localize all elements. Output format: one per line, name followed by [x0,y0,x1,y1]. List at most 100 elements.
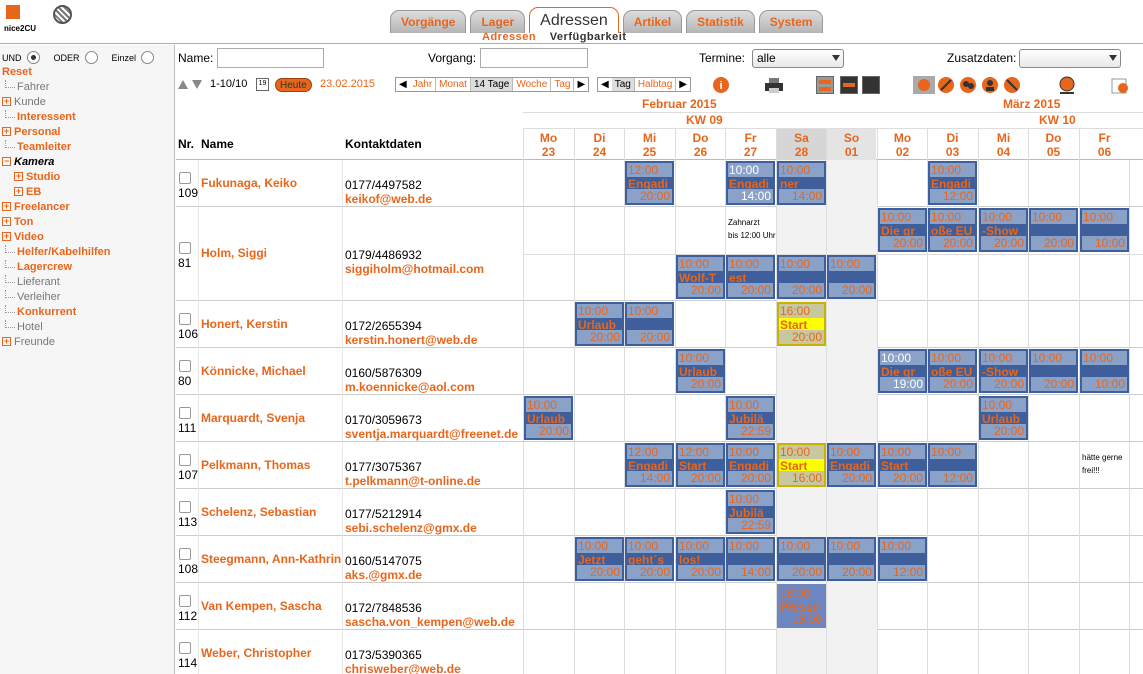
person-name[interactable]: Van Kempen, Sascha [201,599,322,613]
category-freelancer[interactable]: + Freelancer [2,200,111,215]
person-name[interactable]: Holm, Siggi [201,246,267,260]
booking-block[interactable]: 10:00 Start 20:00 [878,443,927,487]
view-monat[interactable]: Monat [435,78,470,91]
booking-block[interactable]: 10:00 Jubilä 22:59 [726,396,775,440]
table-row[interactable]: 108 Steegmann, Ann-Kathrin 0160/5147075 aks… [176,536,1143,583]
booking-block[interactable]: 10:00 Start 16:00 [777,443,826,487]
expand-plus-icon[interactable]: + [2,232,11,241]
person-name[interactable]: Weber, Christopher [201,646,311,660]
person-email[interactable]: kerstin.honert@web.de [345,333,477,347]
person-email[interactable]: sascha.von_kempen@web.de [345,615,515,629]
person-email[interactable]: siggiholm@hotmail.com [345,262,484,276]
tab-lager[interactable]: Lager [470,10,526,33]
view-jahr[interactable]: Jahr [410,78,435,91]
booking-block[interactable]: 10:00 ner 14:00 [777,161,826,205]
einzel-radio[interactable] [141,51,155,64]
booking-block[interactable]: 10:00 los! 20:00 [676,537,725,581]
category-eb[interactable]: + EB [2,185,111,200]
booking-block[interactable]: 10:00 Jubilä 22:59 [726,490,775,534]
booking-block[interactable]: 16:00 Start 20:00 [777,302,826,346]
termine-select[interactable]: alle [752,49,844,68]
booking-block[interactable]: 10:00 -Show 20:00 [979,349,1028,393]
booking-block[interactable]: 10:00 14:00 [726,537,775,581]
category-video[interactable]: + Video [2,230,111,245]
table-row[interactable]: 112 Van Kempen, Sascha 0172/7848536 sascha.… [176,583,1143,630]
person-name[interactable]: Honert, Kerstin [201,317,288,331]
person-email[interactable]: m.koennicke@aol.com [345,380,475,394]
category-lieferant[interactable]: Lieferant [2,275,111,290]
sort-arrows-icon[interactable] [178,79,204,91]
booking-block[interactable]: 10:00 oße EU 20:00 [928,208,977,252]
table-row[interactable]: 111 Marquardt, Svenja 0170/3059673 sventja.… [176,395,1143,442]
category-freunde[interactable]: + Freunde [2,335,111,350]
booking-block[interactable]: 10:00 20:00 [625,302,674,346]
category-teamleiter[interactable]: Teamleiter [2,140,111,155]
collapse-minus-icon[interactable]: − [2,157,11,166]
booking-block[interactable]: 10:00 est 20:00 [726,255,775,299]
booking-block[interactable]: 10:00 Urlaub 20:00 [575,302,624,346]
row-checkbox[interactable] [179,171,191,184]
resolution-tag[interactable]: Tag [611,78,634,91]
booking-block[interactable]: 10:00 -Show 20:00 [979,208,1028,252]
booking-block[interactable]: 18:00 ??Presse18:00 ?? [777,584,826,628]
booking-block[interactable]: 10:00 Wolf-T 20:00 [676,255,725,299]
person-name[interactable]: Pelkmann, Thomas [201,458,310,472]
table-row[interactable]: 114 Weber, Christopher 0173/5390365 chriswe… [176,630,1143,674]
booking-block[interactable]: 10:00 Urlaub 20:00 [676,349,725,393]
person-email[interactable]: keikof@web.de [345,192,432,206]
category-kamera[interactable]: − Kamera [2,155,111,170]
printer-icon[interactable] [763,76,785,94]
person-name[interactable]: Steegmann, Ann-Kathrin [201,552,341,566]
category-fahrer[interactable]: Fahrer [2,80,111,95]
booking-block[interactable]: 12:00 Engadi 14:00 [625,443,674,487]
booking-block[interactable]: 10:00 12:00 [928,443,977,487]
category-lagercrew[interactable]: Lagercrew [2,260,111,275]
layout-block-icon[interactable] [862,76,880,94]
oder-radio[interactable] [84,51,98,64]
category-ton[interactable]: + Ton [2,215,111,230]
booking-block[interactable]: 10:00 20:00 [777,255,826,299]
booking-block[interactable]: 10:00 Engadi 20:00 [827,443,876,487]
booking-block[interactable]: 10:00 20:00 [827,255,876,299]
calendar-icon[interactable]: 19 [256,78,269,91]
expand-plus-icon[interactable]: + [14,172,23,181]
tab-adressen[interactable]: Adressen [529,7,619,33]
tab-system[interactable]: System [758,10,824,33]
vorgang-input[interactable] [480,48,588,68]
booking-block[interactable]: 10:00 20:00 [777,537,826,581]
booking-block[interactable]: 10:00 Engadi 12:00 [928,161,977,205]
tab-artikel[interactable]: Artikel [622,10,683,33]
person-email[interactable]: sventja.marquardt@freenet.de [345,427,518,441]
view-14-tage[interactable]: 14 Tage [469,78,513,91]
person-email[interactable]: aks.@gmx.de [345,568,422,582]
category-helfer-kabelhilfen[interactable]: Helfer/Kabelhilfen [2,245,111,260]
category-verleiher[interactable]: Verleiher [2,290,111,305]
prev-arrow-icon[interactable]: ◀ [396,78,410,91]
person-name[interactable]: Fukunaga, Keiko [201,176,297,190]
category-interessent[interactable]: Interessent [2,110,111,125]
next-arrow-icon[interactable]: ▶ [573,78,588,91]
layout-rows-icon[interactable] [816,76,834,94]
person-icon[interactable] [981,76,999,94]
edit-icon[interactable] [937,76,955,94]
table-row[interactable]: 80 Könnicke, Michael 0160/5876309 m.koennic… [176,348,1143,395]
expand-plus-icon[interactable]: + [2,337,11,346]
table-row[interactable]: 107 Pelkmann, Thomas 0177/3075367 t.pelkman… [176,442,1143,489]
name-input[interactable] [217,48,324,68]
booking-block[interactable]: 10:00 20:00 [1029,208,1078,252]
group-icon[interactable] [959,76,977,94]
row-checkbox[interactable] [179,453,191,466]
prev-arrow-icon[interactable]: ◀ [598,78,612,91]
view-tag[interactable]: Tag [550,78,573,91]
row-checkbox[interactable] [179,594,191,607]
tab-statistik[interactable]: Statistik [686,10,755,33]
booking-block[interactable]: 10:00 geht´s 20:00 [625,537,674,581]
person-email[interactable]: t.pelkmann@t-online.de [345,474,481,488]
und-radio[interactable] [26,51,40,64]
subtab-adressen[interactable]: Adressen [482,31,536,43]
resolution-halbtag[interactable]: Halbtag [633,78,675,91]
export-icon[interactable] [1109,76,1131,94]
row-checkbox[interactable] [179,406,191,419]
tab-vorgänge[interactable]: Vorgänge [390,10,467,33]
row-checkbox[interactable] [179,547,191,560]
